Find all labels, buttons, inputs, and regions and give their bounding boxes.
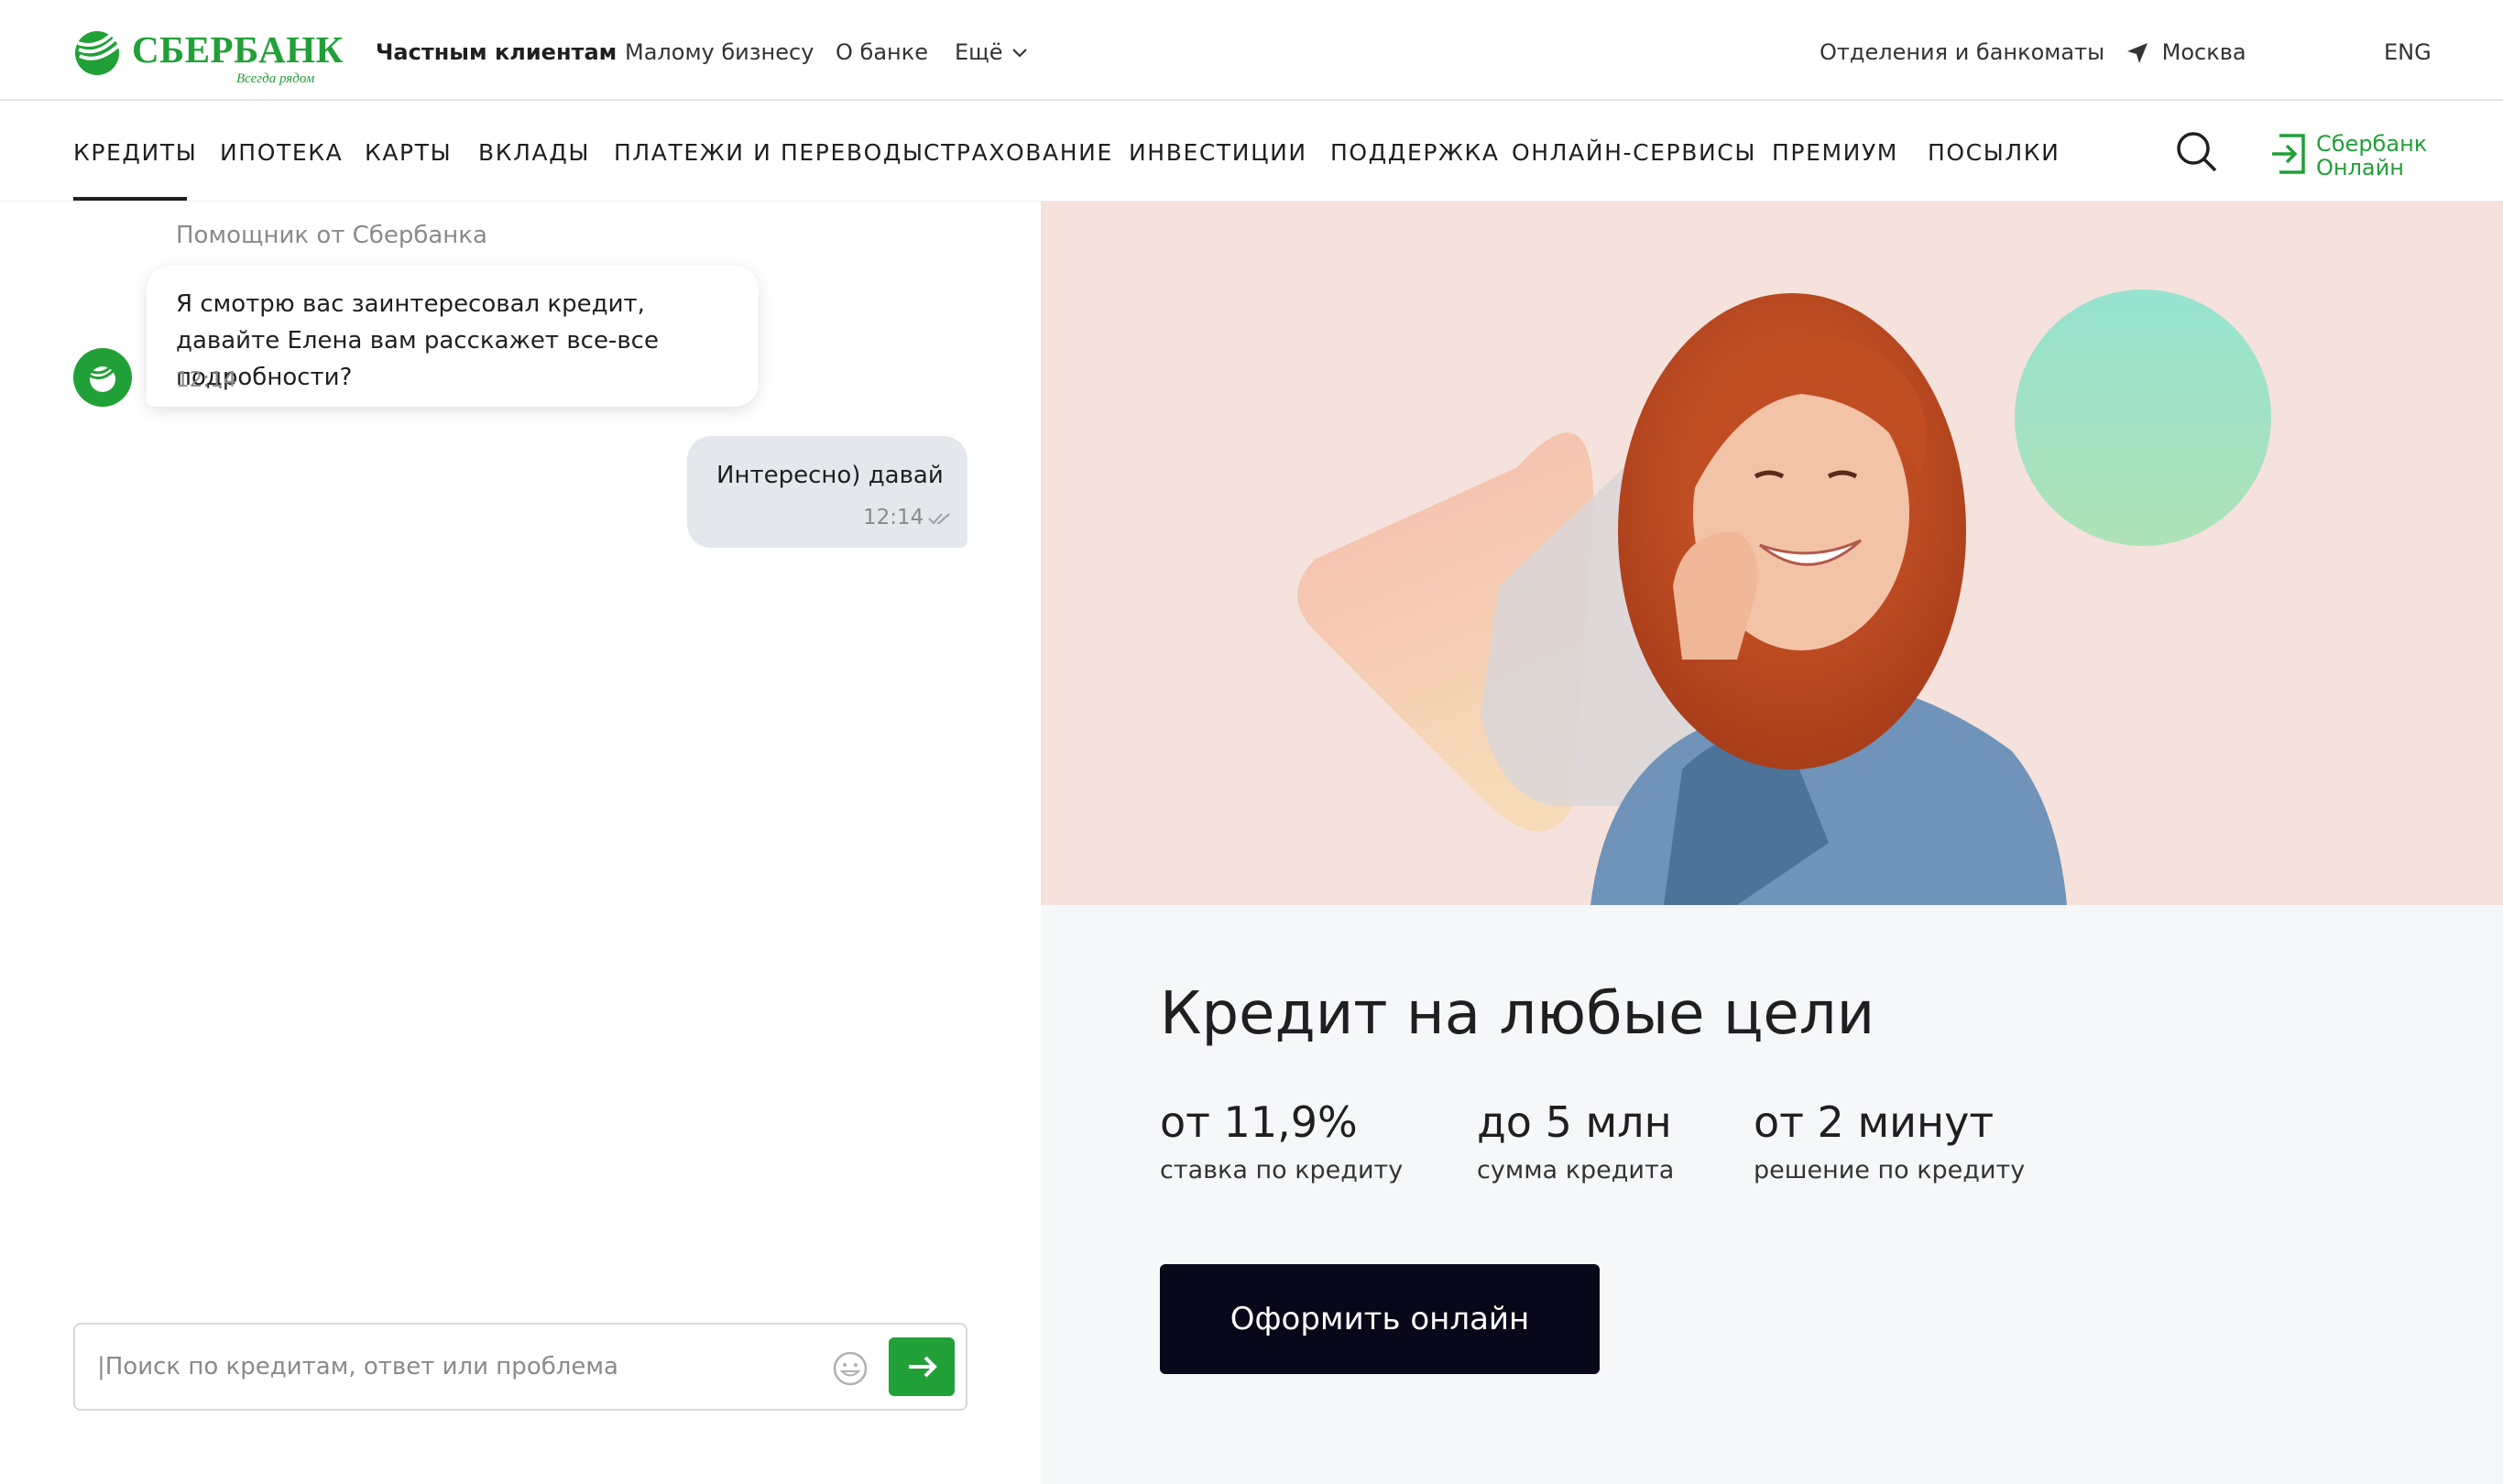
branches-link[interactable]: Отделения и банкоматы [1820, 39, 2104, 65]
user-message-text: Интересно) давай [716, 462, 944, 489]
stat-decision-label: решение по кредиту [1754, 1156, 2026, 1184]
search-button[interactable] [2175, 130, 2219, 174]
stat-decision-value: от 2 минут [1754, 1097, 1995, 1147]
brand-tagline: Всегда рядом [236, 71, 315, 86]
stat-amount-label: сумма кредита [1477, 1156, 1675, 1184]
bot-message-time: 12:14 [176, 368, 237, 392]
bot-message-text: Я смотрю вас заинтересовал кредит, давай… [176, 290, 659, 391]
bot-message: Я смотрю вас заинтересовал кредит, давай… [147, 266, 759, 407]
sberbank-online-label: Сбербанк Онлайн [2316, 132, 2427, 180]
segment-more[interactable]: Ещё [955, 39, 1028, 65]
location-arrow-icon [2127, 43, 2148, 63]
arrow-right-icon [909, 1356, 937, 1378]
sberbank-online-button[interactable]: Сбербанк Онлайн [2270, 128, 2454, 180]
chevron-down-icon [1012, 49, 1027, 58]
top-bar: СБЕРБАНК Всегда рядом Частным клиентам М… [0, 0, 2503, 101]
hero-illustration [1297, 289, 2271, 905]
segment-private[interactable]: Частным клиентам [376, 39, 617, 65]
hero-banner [1041, 202, 2503, 905]
nav-item-parcels[interactable]: ПОСЫЛКИ [1928, 139, 2060, 166]
city-selector[interactable]: Москва [2126, 39, 2246, 65]
sbol-line1: Сбербанк [2316, 131, 2428, 157]
stat-amount: до 5 млн сумма кредита [1477, 1097, 1674, 1184]
segment-about[interactable]: О банке [836, 39, 928, 65]
nav-item-insurance[interactable]: СТРАХОВАНИЕ [924, 139, 1113, 166]
login-icon [2272, 134, 2305, 174]
search-icon [2177, 132, 2217, 172]
nav-item-payments[interactable]: ПЛАТЕЖИ И ПЕРЕВОДЫ [614, 139, 924, 166]
segment-business[interactable]: Малому бизнесу [625, 39, 814, 65]
loan-offer: Кредит на любые цели от 11,9% ставка по … [1041, 905, 2503, 1484]
nav-item-investments[interactable]: ИНВЕСТИЦИИ [1129, 139, 1307, 166]
emoji-button[interactable] [832, 1350, 869, 1387]
assistant-name: Помощник от Сбербанка [176, 222, 487, 249]
nav-item-premium[interactable]: ПРЕМИУМ [1772, 139, 1898, 166]
chat-panel: Помощник от Сбербанка Я смотрю вас заинт… [0, 202, 1041, 1484]
chat-composer [73, 1323, 967, 1411]
nav-item-cards[interactable]: КАРТЫ [365, 139, 452, 166]
sbol-line2: Онлайн [2316, 155, 2404, 180]
bot-avatar-icon [89, 363, 117, 392]
stat-rate-value: от 11,9% [1160, 1097, 1358, 1147]
brand-name: СБЕРБАНК [132, 28, 344, 71]
nav-item-mortgage[interactable]: ИПОТЕКА [220, 139, 343, 166]
stat-amount-value: до 5 млн [1477, 1097, 1672, 1147]
nav-item-credits[interactable]: КРЕДИТЫ [73, 139, 197, 166]
bot-avatar [73, 348, 132, 407]
apply-online-button[interactable]: Оформить онлайн [1160, 1264, 1600, 1374]
sberbank-logo[interactable]: СБЕРБАНК Всегда рядом [71, 24, 343, 92]
offer-title: Кредит на любые цели [1160, 980, 1875, 1048]
city-label: Москва [2161, 39, 2246, 65]
stat-decision: от 2 минут решение по кредиту [1754, 1097, 2025, 1184]
active-tab-indicator [73, 197, 187, 201]
double-check-icon [928, 513, 950, 525]
sber-logo-icon [75, 31, 120, 75]
nav-item-deposits[interactable]: ВКЛАДЫ [478, 139, 590, 166]
user-message: Интересно) давай 12:14 [687, 436, 967, 548]
nav-item-online-services[interactable]: ОНЛАЙН-СЕРВИСЫ [1512, 139, 1756, 166]
send-button[interactable] [889, 1337, 955, 1396]
main-nav: КРЕДИТЫ ИПОТЕКА КАРТЫ ВКЛАДЫ ПЛАТЕЖИ И П… [0, 103, 2503, 202]
user-message-time: 12:14 [863, 506, 924, 529]
nav-item-support[interactable]: ПОДДЕРЖКА [1330, 139, 1500, 166]
emoji-icon [833, 1351, 868, 1386]
stat-rate-label: ставка по кредиту [1160, 1156, 1404, 1184]
chat-input[interactable] [97, 1345, 803, 1389]
more-label: Ещё [955, 39, 1003, 65]
stat-rate: от 11,9% ставка по кредиту [1160, 1097, 1403, 1184]
lang-switch[interactable]: ENG [2384, 39, 2432, 65]
